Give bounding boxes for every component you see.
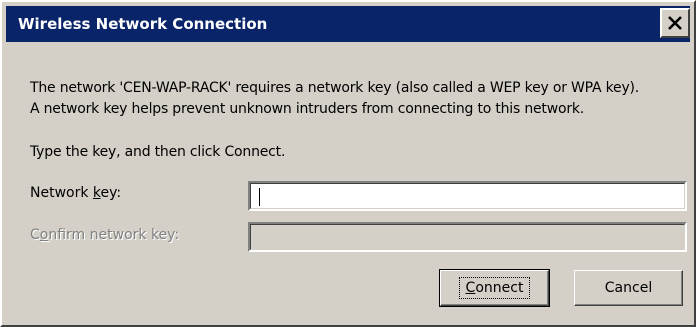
cancel-button-label: Cancel <box>604 280 653 296</box>
dialog-window: Wireless Network Connection The network … <box>0 0 696 327</box>
network-key-label: Network key: <box>30 185 122 201</box>
network-key-accelerator: k <box>92 185 101 201</box>
text-caret <box>259 188 260 206</box>
dialog-body: The network 'CEN-WAP-RACK' requires a ne… <box>2 2 694 325</box>
message-line-2: A network key helps prevent unknown intr… <box>30 101 585 117</box>
message-line-1: The network 'CEN-WAP-RACK' requires a ne… <box>30 80 640 96</box>
network-key-input[interactable] <box>248 181 687 211</box>
instruction-text: Type the key, and then click Connect. <box>30 144 286 160</box>
confirm-network-key-label: Confirm network key: <box>30 227 180 243</box>
connect-button-label: Connect <box>458 277 531 299</box>
confirm-network-key-input[interactable] <box>248 222 687 252</box>
connect-button[interactable]: Connect <box>439 269 550 307</box>
cancel-button[interactable]: Cancel <box>574 270 683 306</box>
